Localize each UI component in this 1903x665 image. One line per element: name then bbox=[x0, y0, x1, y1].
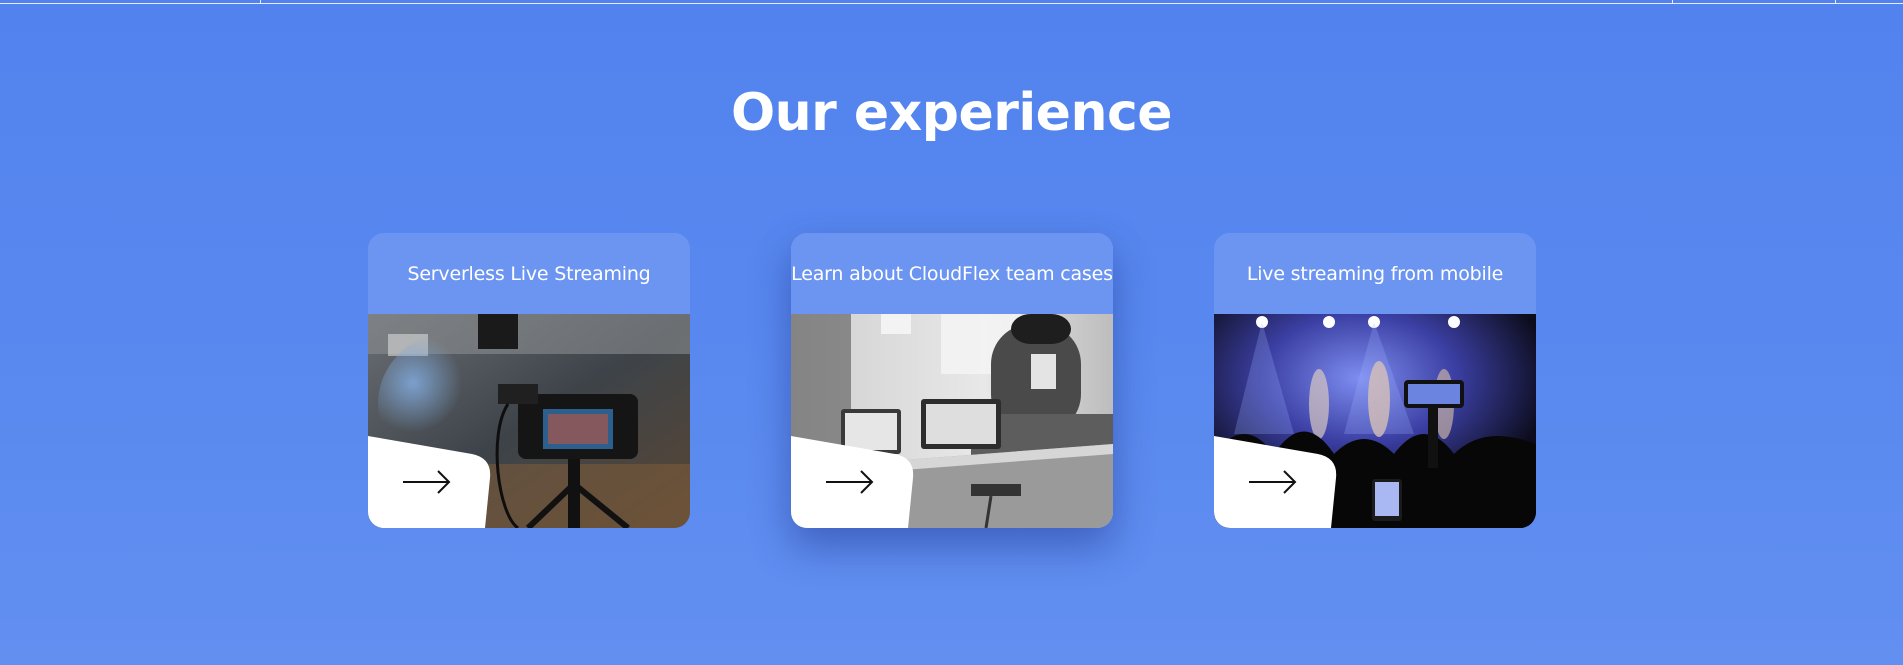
card-cloudflex-team-cases[interactable]: Learn about CloudFlex team cases bbox=[791, 233, 1113, 528]
arrow-right-icon bbox=[403, 470, 451, 494]
card-title: Serverless Live Streaming bbox=[407, 262, 651, 285]
card-title: Learn about CloudFlex team cases bbox=[791, 262, 1113, 285]
open-case-button[interactable] bbox=[791, 436, 915, 528]
card-title: Live streaming from mobile bbox=[1246, 262, 1504, 285]
open-case-button[interactable] bbox=[1214, 436, 1338, 528]
arrow-right-icon bbox=[1249, 470, 1297, 494]
top-divider-tick bbox=[260, 0, 261, 4]
section-title: Our experience bbox=[730, 83, 1173, 143]
top-divider-tick bbox=[1835, 0, 1836, 4]
card-header: Live streaming from mobile bbox=[1214, 233, 1536, 314]
card-header: Serverless Live Streaming bbox=[368, 233, 690, 314]
top-divider bbox=[0, 3, 1903, 4]
arrow-right-icon bbox=[826, 470, 874, 494]
open-case-button[interactable] bbox=[368, 436, 492, 528]
card-header: Learn about CloudFlex team cases bbox=[791, 233, 1113, 314]
card-serverless-live-streaming[interactable]: Serverless Live Streaming bbox=[368, 233, 690, 528]
top-divider-tick bbox=[1672, 0, 1673, 4]
card-live-streaming-mobile[interactable]: Live streaming from mobile bbox=[1214, 233, 1536, 528]
experience-cards: Serverless Live Streaming Learn about Cl… bbox=[368, 233, 1536, 528]
